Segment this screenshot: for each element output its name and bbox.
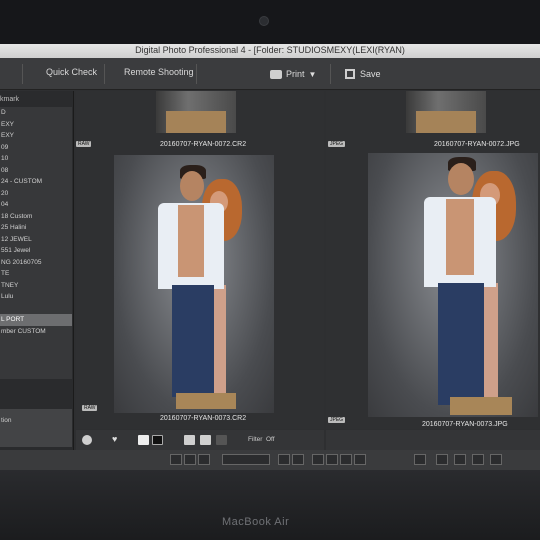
bookmark-item[interactable]: mber CUSTOM (0, 326, 72, 338)
white-background-icon[interactable] (138, 435, 149, 445)
bookmark-item[interactable]: 18 Custom (0, 211, 72, 223)
toolbar-separator (330, 64, 331, 84)
format-badge: RAW (82, 405, 98, 411)
quad-layout-icon[interactable] (200, 435, 211, 445)
black-background-icon[interactable] (152, 435, 163, 445)
zoom-out-icon[interactable] (82, 435, 92, 445)
layout-icon[interactable] (216, 435, 227, 445)
chevron-down-icon[interactable]: ▼ (309, 70, 317, 79)
tool-palette-icon[interactable] (414, 454, 426, 465)
save-label: Save (360, 69, 381, 79)
man-head (448, 163, 474, 195)
bookmark-item[interactable]: EXY (0, 119, 72, 131)
bookmark-list[interactable]: D EXY EXY 09 10 08 24 - CUSTOM 20 04 18 Custom 25 … (0, 107, 72, 379)
rating-stars[interactable] (222, 454, 270, 465)
heart-icon[interactable]: ♥ (112, 434, 123, 444)
laptop-brand: MacBook Air (222, 516, 290, 528)
sidebar-header: kmark (0, 96, 20, 103)
toolbar-separator (196, 64, 197, 84)
man-pants (172, 285, 214, 397)
title-bar: Digital Photo Professional 4 - [Folder: … (0, 44, 540, 58)
bookmark-item[interactable]: EXY (0, 130, 72, 142)
wooden-box (450, 397, 512, 415)
man-pants (438, 283, 484, 405)
laptop-bezel-bottom (0, 470, 540, 540)
wooden-box (176, 393, 236, 409)
print-button[interactable]: Print ▼ (270, 64, 322, 84)
preview-toolbar-right (326, 430, 540, 450)
filename-label: 20160707-RYAN-0072.JPG (434, 141, 520, 148)
camera-icon[interactable] (490, 454, 502, 465)
histogram-icon[interactable] (436, 454, 448, 465)
format-badge: JPEG (328, 141, 346, 147)
bookmark-item[interactable]: 08 (0, 165, 72, 177)
bookmark-item[interactable]: NG 20160705 (0, 257, 72, 269)
bookmark-item[interactable]: 04 (0, 199, 72, 211)
rotate-left-icon[interactable] (170, 454, 182, 465)
format-badge: JPEG (328, 417, 346, 423)
sidebar: kmark D EXY EXY 09 10 08 24 - CUSTOM 20 04 18 Cus… (0, 91, 74, 470)
laptop-bezel-top (0, 0, 540, 44)
bookmark-item[interactable]: 24 - CUSTOM (0, 176, 72, 188)
filter-label: Filter (248, 436, 263, 443)
toolbar-separator (22, 64, 23, 84)
main-toolbar: Quick Check Remote Shooting Print ▼ Save (0, 58, 540, 90)
bookmark-item[interactable]: L PORT (0, 314, 72, 326)
sync-icon[interactable] (292, 454, 304, 465)
image-pane-right[interactable]: JPEG 20160707-RYAN-0072.JPG JPEG 2016070… (326, 91, 540, 429)
grid-layout-icon[interactable] (184, 435, 195, 445)
preview-toolbar: ♥ Filter Off (76, 430, 324, 450)
quick-check-button[interactable]: Quick Check (46, 67, 97, 77)
bookmark-item[interactable]: TNEY (0, 280, 72, 292)
compare-icon[interactable] (278, 454, 290, 465)
sidebar-panel: tion (0, 409, 72, 447)
photo-ryan-0073-raw[interactable] (114, 155, 274, 413)
rotate-right-icon[interactable] (184, 454, 196, 465)
thumbnail-previous[interactable] (406, 91, 486, 133)
image-pane-left[interactable]: RAW 20160707-RYAN-0072.CR2 RAW 20160707-… (76, 91, 324, 429)
filename-label: 20160707-RYAN-0073.CR2 (160, 415, 247, 422)
bookmark-item[interactable]: 10 (0, 153, 72, 165)
crop-icon[interactable] (472, 454, 484, 465)
crate-prop (416, 111, 476, 133)
thumbnail-previous[interactable] (156, 91, 236, 133)
panel-label: tion (1, 417, 12, 424)
format-badge: RAW (76, 141, 92, 147)
bookmark-item[interactable]: 20 (0, 188, 72, 200)
bookmark-item[interactable]: TE (0, 268, 72, 280)
filename-label: 20160707-RYAN-0072.CR2 (160, 141, 247, 148)
first-image-icon[interactable] (312, 454, 324, 465)
bookmark-item[interactable]: D (0, 107, 72, 119)
print-label: Print (286, 69, 305, 79)
bookmark-item[interactable]: 12 JEWEL (0, 234, 72, 246)
save-icon (345, 69, 355, 79)
filename-label: 20160707-RYAN-0073.JPG (422, 421, 508, 428)
navigation-toolbar (0, 450, 540, 470)
webcam-icon (259, 16, 269, 26)
bookmark-item[interactable]: 551 Jewel (0, 245, 72, 257)
app-window: Digital Photo Professional 4 - [Folder: … (0, 44, 540, 470)
previous-image-icon[interactable] (326, 454, 338, 465)
bookmark-item[interactable]: 09 (0, 142, 72, 154)
printer-icon (270, 69, 282, 79)
man-chest (178, 205, 204, 277)
photo-ryan-0073-jpg[interactable] (368, 153, 538, 417)
toolbar-separator (104, 64, 105, 84)
bookmark-item[interactable]: 25 Halini (0, 222, 72, 234)
filter-value[interactable]: Off (266, 436, 275, 443)
bookmark-item[interactable] (0, 303, 72, 315)
flip-icon[interactable] (198, 454, 210, 465)
crate-prop (166, 111, 226, 133)
bookmark-item[interactable]: Lulu (0, 291, 72, 303)
remote-shooting-button[interactable]: Remote Shooting (124, 67, 194, 77)
last-image-icon[interactable] (354, 454, 366, 465)
next-image-icon[interactable] (340, 454, 352, 465)
window-title: Digital Photo Professional 4 - [Folder: … (135, 45, 405, 55)
save-button[interactable]: Save (345, 64, 393, 84)
image-icon[interactable] (454, 454, 466, 465)
man-head (180, 171, 204, 201)
man-chest (446, 199, 474, 275)
